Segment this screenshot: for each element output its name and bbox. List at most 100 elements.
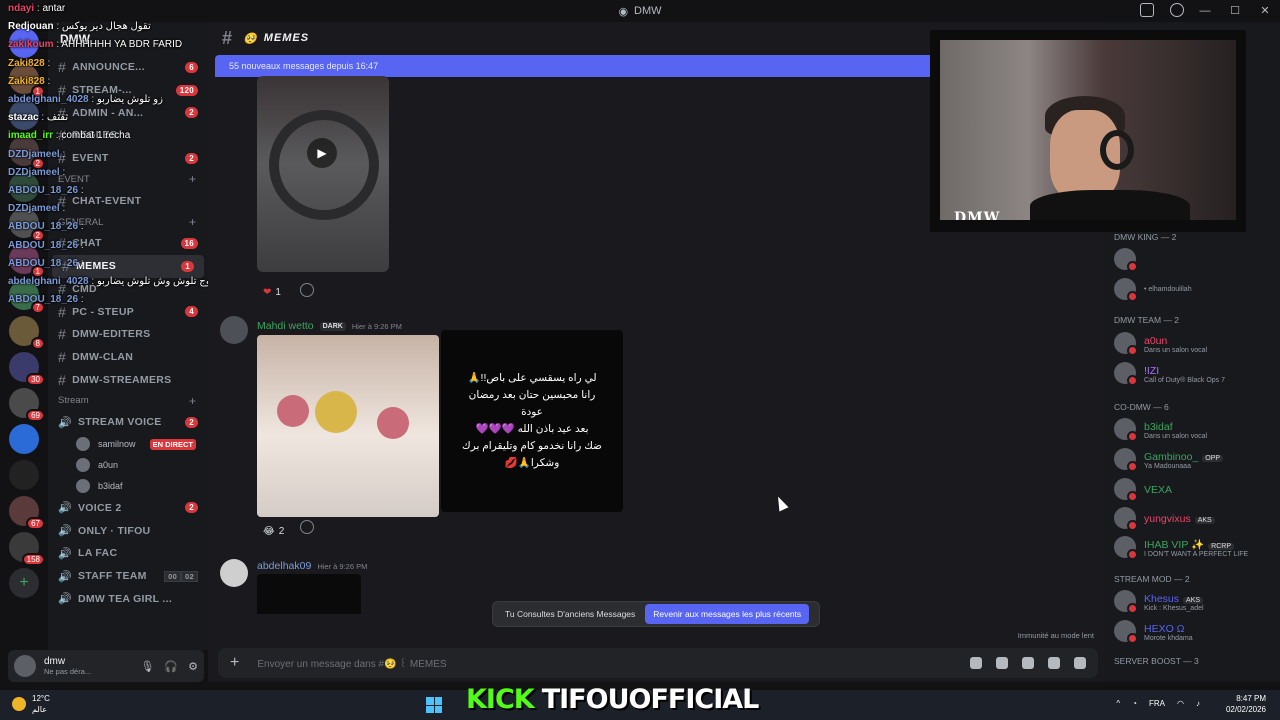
microphone-icon[interactable]: 🎙 bbox=[140, 660, 154, 673]
server-icon[interactable]: 30 bbox=[9, 352, 45, 386]
channel-announce-[interactable]: # ANNOUNCE... 6 bbox=[48, 56, 208, 79]
add-channel-icon[interactable]: + bbox=[189, 215, 196, 229]
voice-user[interactable]: samilnow EN DIRECT bbox=[48, 434, 208, 455]
voice-user[interactable]: a0un bbox=[48, 455, 208, 476]
server-icon[interactable] bbox=[9, 28, 39, 58]
category-general[interactable]: GENERAL + bbox=[48, 212, 208, 232]
jump-to-present-button[interactable]: Revenir aux messages les plus récents bbox=[645, 604, 810, 624]
voice-channel[interactable]: 🔊 VOICE 2 2 bbox=[48, 497, 208, 520]
voice-user[interactable]: b3idaf bbox=[48, 476, 208, 497]
sticker-icon[interactable] bbox=[1022, 657, 1034, 669]
channel-memes[interactable]: # MEMES 1 bbox=[52, 254, 204, 278]
channel-stream-[interactable]: # STREAM-... 120 bbox=[48, 79, 208, 102]
member-item[interactable]: • elhamdoulilah bbox=[1114, 274, 1278, 304]
gif-icon[interactable] bbox=[996, 657, 1008, 669]
server-icon[interactable]: 69 bbox=[9, 388, 45, 422]
channel-event[interactable]: # EVENT 2 bbox=[48, 147, 208, 170]
category-stream[interactable]: Stream + bbox=[48, 391, 208, 411]
inbox-icon[interactable] bbox=[1140, 3, 1154, 17]
member-item[interactable]: Gambinoo_ OPP Ya Madounaaa bbox=[1114, 444, 1278, 474]
server-icon[interactable] bbox=[9, 172, 39, 202]
server-icon[interactable]: 7 bbox=[9, 280, 45, 314]
member-item[interactable]: HEXO Ω Morote khdama bbox=[1114, 616, 1278, 646]
language-indicator[interactable]: FRA bbox=[1149, 699, 1165, 708]
timestamp: Hier à 9:26 PM bbox=[351, 321, 402, 331]
server-icon[interactable]: 1 bbox=[9, 64, 45, 98]
server-icon[interactable]: 2 bbox=[9, 208, 45, 242]
play-icon[interactable]: ▶ bbox=[307, 138, 337, 168]
cake-image[interactable] bbox=[257, 335, 439, 517]
video-attachment[interactable]: ▶ bbox=[257, 76, 389, 272]
server-name[interactable]: DMW bbox=[48, 22, 208, 56]
member-activity: Dans un salon vocal bbox=[1144, 432, 1208, 440]
reaction-heart[interactable]: ❤ 1 bbox=[257, 283, 287, 301]
channel-cmd[interactable]: # CMD bbox=[48, 278, 208, 301]
windows-start-icon[interactable] bbox=[426, 697, 442, 713]
channel-chat[interactable]: # CHAT 16 bbox=[48, 232, 208, 255]
voice-channel[interactable]: 🔊 LA FAC bbox=[48, 542, 208, 565]
member-item[interactable]: a0un Dans un salon vocal bbox=[1114, 328, 1278, 358]
clock[interactable]: 8:47 PM 02/02/2026 bbox=[1226, 693, 1266, 715]
weather-widget[interactable]: 12°C عالم bbox=[12, 693, 50, 715]
member-item[interactable]: b3idaf Dans un salon vocal bbox=[1114, 414, 1278, 444]
member-item[interactable]: yungvixus AKS bbox=[1114, 503, 1278, 533]
guild-tag: RCRP bbox=[1208, 542, 1234, 550]
network-icon[interactable]: ◔ bbox=[1132, 699, 1137, 708]
volume-icon[interactable]: ♪ bbox=[1196, 699, 1200, 708]
author-name[interactable]: Mahdi wetto bbox=[257, 320, 314, 332]
help-icon[interactable] bbox=[1170, 3, 1184, 17]
server-icon[interactable]: 158 bbox=[9, 532, 45, 566]
category-event[interactable]: EVENT + bbox=[48, 169, 208, 189]
member-item[interactable]: !IZI Call of Duty® Black Ops 7 bbox=[1114, 358, 1278, 388]
channel-regles[interactable]: # REGLES bbox=[48, 124, 208, 147]
avatar[interactable] bbox=[220, 559, 248, 587]
add-reaction-icon[interactable] bbox=[300, 520, 314, 534]
headphones-icon[interactable]: 🎧 bbox=[164, 660, 178, 673]
chevron-up-icon[interactable]: ^ bbox=[1116, 699, 1120, 708]
add-attachment-icon[interactable]: + bbox=[230, 654, 239, 672]
avatar[interactable] bbox=[220, 316, 248, 344]
hash-icon: # bbox=[58, 127, 67, 144]
server-icon[interactable]: 2 bbox=[9, 136, 45, 170]
channel-dmw-clan[interactable]: # DMW-CLAN bbox=[48, 346, 208, 369]
settings-gear-icon[interactable]: ⚙ bbox=[188, 660, 198, 673]
channel-dmw-editers[interactable]: # DMW-EDITERS bbox=[48, 323, 208, 346]
reaction-laugh[interactable]: 😂 2 bbox=[257, 522, 290, 540]
member-item[interactable]: IHAB VIP ✨ RCRP I DON'T WANT A PERFECT LIF… bbox=[1114, 532, 1278, 562]
author-name[interactable]: abdelhak09 bbox=[257, 560, 311, 572]
member-item[interactable]: Khesus AKS Kick : Khesus_adel bbox=[1114, 586, 1278, 616]
server-icon[interactable] bbox=[9, 460, 39, 490]
voice-channel[interactable]: 🔊 ONLY · TIFOU bbox=[48, 519, 208, 542]
server-icon[interactable] bbox=[9, 100, 39, 130]
wifi-icon[interactable]: ◠ bbox=[1177, 699, 1184, 708]
emoji-picker-icon[interactable] bbox=[1048, 657, 1060, 669]
gift-icon[interactable] bbox=[970, 657, 982, 669]
voice-channel[interactable]: 🔊 STAFF TEAM 00 02 bbox=[48, 565, 208, 588]
channel-chat-event[interactable]: # CHAT-EVENT bbox=[48, 189, 208, 212]
member-item[interactable] bbox=[1114, 244, 1278, 274]
apps-icon[interactable] bbox=[1074, 657, 1086, 669]
add-channel-icon[interactable]: + bbox=[189, 172, 196, 186]
minimize-button[interactable]: — bbox=[1190, 0, 1220, 22]
channel-dmw-streamers[interactable]: # DMW-STREAMERS bbox=[48, 368, 208, 391]
member-item[interactable]: VEXA bbox=[1114, 474, 1278, 504]
channel-admin-an-[interactable]: # ADMIN - AN... 2 bbox=[48, 101, 208, 124]
composer-placeholder[interactable]: Envoyer un message dans #🥺 ꒰ MEMES bbox=[257, 657, 446, 670]
mouse-cursor bbox=[773, 494, 789, 512]
close-button[interactable]: ✕ bbox=[1250, 0, 1280, 22]
message-composer[interactable]: + Envoyer un message dans #🥺 ꒰ MEMES bbox=[218, 648, 1098, 678]
server-icon[interactable]: 1 bbox=[9, 244, 45, 278]
new-messages-bar[interactable]: 55 nouveaux messages depuis 16:47 bbox=[215, 55, 935, 77]
add-reaction-icon[interactable] bbox=[300, 283, 314, 297]
maximize-button[interactable]: ☐ bbox=[1220, 0, 1250, 22]
server-icon[interactable]: 67 bbox=[9, 496, 45, 530]
avatar[interactable] bbox=[14, 655, 36, 677]
image-attachment[interactable] bbox=[257, 574, 361, 614]
server-icon[interactable]: 8 bbox=[9, 316, 45, 350]
arabic-text-image[interactable]: لي راه يسقسي على باص!!🙏 رانا محبسين حتان … bbox=[441, 330, 623, 512]
voice-channel[interactable]: 🔊 DMW TEA GIRL ... bbox=[48, 587, 208, 610]
server-icon[interactable] bbox=[9, 424, 39, 454]
voice-channel-stream-voice[interactable]: 🔊 STREAM VOICE 2 bbox=[48, 411, 208, 434]
channel-pc-steup[interactable]: # PC - STEUP 4 bbox=[48, 300, 208, 323]
add-server-icon[interactable]: + bbox=[9, 568, 39, 598]
